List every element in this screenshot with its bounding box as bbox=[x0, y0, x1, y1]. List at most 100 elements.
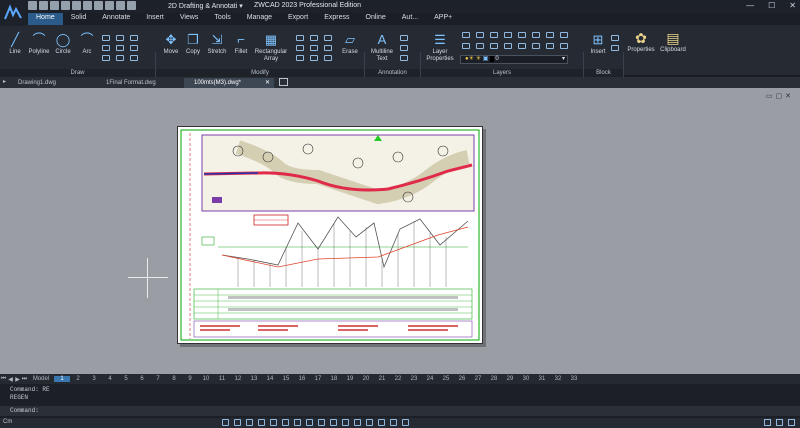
clean-screen-icon[interactable] bbox=[402, 419, 409, 426]
selection-cycling-icon[interactable] bbox=[330, 419, 337, 426]
tab-tools[interactable]: Tools bbox=[206, 13, 238, 25]
layer-tool-icon[interactable] bbox=[518, 32, 526, 38]
zoom-icon[interactable] bbox=[764, 419, 771, 426]
layout-tab[interactable]: 20 bbox=[358, 376, 374, 382]
ellipse-icon[interactable] bbox=[102, 55, 110, 61]
layout-tab[interactable]: 8 bbox=[166, 376, 182, 382]
break-icon[interactable] bbox=[324, 55, 332, 61]
redo-icon[interactable] bbox=[127, 1, 136, 10]
save-icon[interactable] bbox=[50, 1, 59, 10]
offset-icon[interactable] bbox=[310, 55, 318, 61]
prev-layout-icon[interactable]: ◀ bbox=[7, 376, 14, 383]
workspace-selector[interactable]: 2D Drafting & Annotati ▾ bbox=[168, 2, 243, 10]
layout-tab[interactable]: 18 bbox=[326, 376, 342, 382]
polyline-button[interactable]: ⌒ Polyline bbox=[27, 33, 51, 56]
doc-menu-icon[interactable]: ▸ bbox=[3, 78, 6, 85]
tab-online[interactable]: Online bbox=[358, 13, 394, 25]
lineweight-icon[interactable] bbox=[294, 419, 301, 426]
insert-block-button[interactable]: ⊞ Insert bbox=[588, 33, 608, 56]
command-input[interactable]: Command: bbox=[0, 406, 800, 416]
scale-icon[interactable] bbox=[296, 55, 304, 61]
layer-tool-icon[interactable] bbox=[490, 43, 498, 49]
layout-tab[interactable]: 21 bbox=[374, 376, 390, 382]
layer-tool-icon[interactable] bbox=[504, 43, 512, 49]
viewport-controls[interactable]: ▭▢✕ bbox=[766, 92, 794, 100]
layer-tool-icon[interactable] bbox=[518, 43, 526, 49]
layer-tool-icon[interactable] bbox=[560, 32, 568, 38]
layout-tab[interactable]: 11 bbox=[214, 376, 230, 382]
grid-icon[interactable] bbox=[234, 419, 241, 426]
layer-tool-icon[interactable] bbox=[476, 32, 484, 38]
layer-dropdown[interactable]: ●☀ ☀ ▣ ■ 0 ▾ bbox=[460, 55, 568, 64]
table-icon[interactable] bbox=[400, 55, 408, 61]
point-icon[interactable] bbox=[130, 35, 138, 41]
explode-icon[interactable] bbox=[324, 35, 332, 41]
layer-tool-icon[interactable] bbox=[532, 43, 540, 49]
tab-home[interactable]: Home bbox=[28, 13, 63, 25]
customize-icon[interactable] bbox=[788, 419, 795, 426]
workspace-icon[interactable] bbox=[354, 419, 361, 426]
isolate-icon[interactable] bbox=[378, 419, 385, 426]
zwcad-logo-icon[interactable] bbox=[0, 0, 26, 26]
fillet-button[interactable]: ⌐ Fillet bbox=[231, 33, 251, 56]
layout-tab[interactable]: 24 bbox=[422, 376, 438, 382]
layout-tab[interactable]: 32 bbox=[550, 376, 566, 382]
revcloud-icon[interactable] bbox=[130, 55, 138, 61]
layout-tab[interactable]: 9 bbox=[182, 376, 198, 382]
copy-button[interactable]: ❐ Copy bbox=[184, 33, 202, 56]
layer-tool-icon[interactable] bbox=[546, 43, 554, 49]
layout-tab[interactable]: 22 bbox=[390, 376, 406, 382]
arc-button[interactable]: ⌒ Arc bbox=[77, 33, 97, 56]
layout-tab[interactable]: 7 bbox=[150, 376, 166, 382]
layer-tool-icon[interactable] bbox=[532, 32, 540, 38]
rectangular-array-button[interactable]: ▦ Rectangular Array bbox=[253, 33, 289, 63]
layer-tool-icon[interactable] bbox=[560, 43, 568, 49]
layout-tab[interactable]: 27 bbox=[470, 376, 486, 382]
layout-tab[interactable]: 2 bbox=[70, 376, 86, 382]
close-button[interactable]: ✕ bbox=[789, 1, 796, 10]
group-layers-label[interactable]: Layers bbox=[421, 69, 583, 77]
layout-tab[interactable]: 33 bbox=[566, 376, 582, 382]
polygon-icon[interactable] bbox=[116, 35, 124, 41]
tab-app-plus[interactable]: APP+ bbox=[426, 13, 460, 25]
layout-tab[interactable]: 6 bbox=[134, 376, 150, 382]
layout-tab[interactable]: 31 bbox=[534, 376, 550, 382]
tab-manage[interactable]: Manage bbox=[239, 13, 280, 25]
minimize-button[interactable]: — bbox=[746, 1, 754, 10]
transparency-icon[interactable] bbox=[306, 419, 313, 426]
group-annotation-label[interactable]: Annotation bbox=[365, 69, 420, 77]
match-icon[interactable] bbox=[105, 1, 114, 10]
multiline-text-button[interactable]: A Multiline Text bbox=[368, 33, 396, 63]
tab-annotate[interactable]: Annotate bbox=[94, 13, 138, 25]
layer-tool-icon[interactable] bbox=[504, 32, 512, 38]
tab-views[interactable]: Views bbox=[172, 13, 207, 25]
lock-ui-icon[interactable] bbox=[366, 419, 373, 426]
layout-tab[interactable]: 19 bbox=[342, 376, 358, 382]
layout-tab[interactable]: 15 bbox=[278, 376, 294, 382]
layout-tab[interactable]: 23 bbox=[406, 376, 422, 382]
layout-tab[interactable]: 1 bbox=[54, 376, 70, 382]
doc-tab-final-format[interactable]: 1Final Format.dwg bbox=[96, 78, 182, 88]
tab-insert[interactable]: Insert bbox=[138, 13, 172, 25]
group-modify-label[interactable]: Modify bbox=[156, 69, 364, 77]
layout-tab[interactable]: 16 bbox=[294, 376, 310, 382]
tab-solid[interactable]: Solid bbox=[63, 13, 95, 25]
annotation-icon[interactable] bbox=[342, 419, 349, 426]
mirror-icon[interactable] bbox=[296, 45, 304, 51]
doc-tab-100mts[interactable]: 100mts(M3).dwg* ✕ bbox=[184, 78, 274, 88]
close-tab-icon[interactable]: ✕ bbox=[265, 78, 270, 88]
tab-autoxx[interactable]: Aut... bbox=[394, 13, 426, 25]
clipboard-button[interactable]: ▤ Clipboard bbox=[658, 31, 688, 54]
save-as-icon[interactable] bbox=[61, 1, 70, 10]
hatch-icon[interactable] bbox=[102, 45, 110, 51]
otrack-icon[interactable] bbox=[282, 419, 289, 426]
layout-tab[interactable]: 4 bbox=[102, 376, 118, 382]
layer-tool-icon[interactable] bbox=[462, 32, 470, 38]
layout-tab[interactable]: 29 bbox=[502, 376, 518, 382]
spline-icon[interactable] bbox=[116, 45, 124, 51]
doc-tab-drawing1[interactable]: Drawing1.dwg bbox=[8, 78, 94, 88]
chamfer-icon[interactable] bbox=[324, 45, 332, 51]
print-icon[interactable] bbox=[72, 1, 81, 10]
trim-icon[interactable] bbox=[310, 35, 318, 41]
circle-button[interactable]: ◯ Circle bbox=[53, 33, 73, 56]
